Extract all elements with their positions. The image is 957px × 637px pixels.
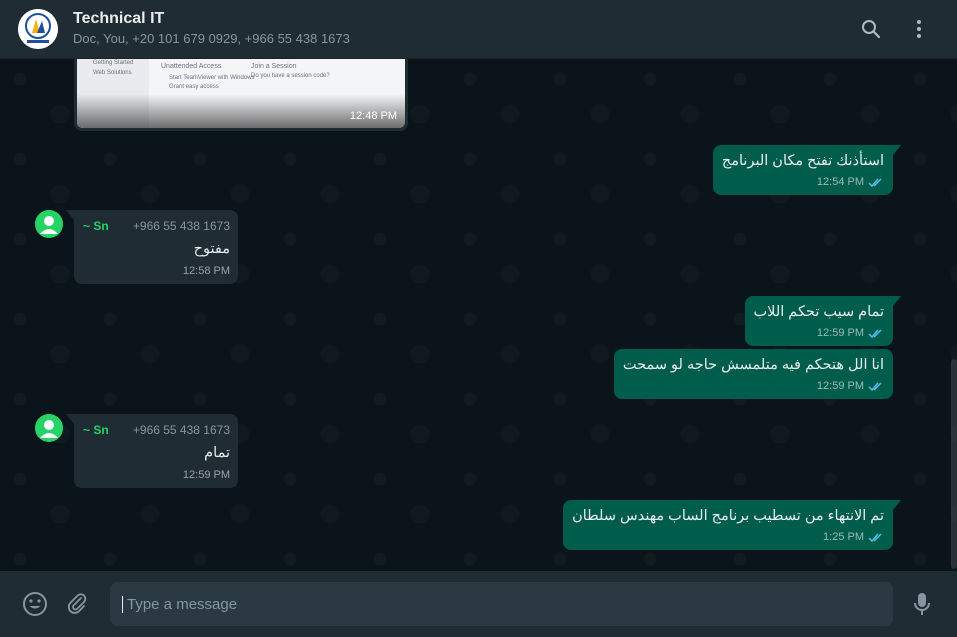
incoming-message[interactable]: ~ Sn +966 55 438 1673 مفتوح 12:58 PM — [66, 210, 238, 284]
message-time: 12:54 PM — [816, 176, 864, 188]
incoming-message[interactable]: ~ Sn +966 55 438 1673 تمام 12:59 PM — [66, 414, 238, 488]
contact-avatar[interactable] — [35, 210, 63, 238]
outgoing-message[interactable]: تمام سيب تحكم اللاب 12:59 PM — [744, 296, 902, 346]
chat-title[interactable]: Technical IT — [73, 9, 859, 29]
screenshot-image[interactable]: Getting Started Web Solutions Unattended… — [77, 59, 405, 128]
default-user-icon — [35, 210, 63, 238]
group-avatar[interactable] — [18, 9, 58, 49]
message-input[interactable] — [122, 595, 881, 613]
sender-name[interactable]: ~ Sn — [83, 420, 109, 440]
message-time: 12:58 PM — [182, 265, 230, 277]
message-time: 12:59 PM — [182, 469, 230, 481]
message-text: تمام — [204, 445, 230, 461]
image-message[interactable]: Getting Started Web Solutions Unattended… — [74, 59, 408, 131]
emoji-icon[interactable] — [20, 589, 50, 619]
outgoing-message[interactable]: انا الل هتحكم فيه متلمسش حاجه لو سمحت 12… — [613, 349, 893, 399]
message-time: 12:59 PM — [816, 380, 864, 392]
screenshot-line-3: Do you have a session code? — [251, 73, 330, 79]
sender-phone[interactable]: +966 55 438 1673 — [133, 216, 230, 236]
message-text: انا الل هتحكم فيه متلمسش حاجه لو سمحت — [622, 357, 884, 373]
screenshot-heading-right: Join a Session — [251, 63, 297, 70]
message-text: استأذنك تفتح مكان البرنامج — [721, 153, 884, 169]
read-ticks-icon — [868, 381, 882, 391]
screenshot-heading-left: Unattended Access — [161, 63, 222, 70]
screenshot-side-text-1: Getting Started — [93, 60, 134, 66]
default-user-icon — [35, 414, 63, 442]
message-time: 12:59 PM — [816, 327, 864, 339]
sender-name[interactable]: ~ Sn — [83, 216, 109, 236]
message-time: 1:25 PM — [823, 531, 864, 543]
mic-icon[interactable] — [907, 589, 937, 619]
screenshot-line-2: Grant easy access — [169, 84, 219, 90]
screenshot-line-1: Start TeamViewer with Windows — [169, 75, 255, 81]
group-logo-icon — [18, 9, 58, 49]
read-ticks-icon — [868, 532, 882, 542]
contact-avatar[interactable] — [35, 414, 63, 442]
chat-header[interactable]: Technical IT Doc, You, +20 101 679 0929,… — [0, 0, 957, 59]
message-input-box[interactable] — [110, 582, 893, 626]
outgoing-message[interactable]: استأذنك تفتح مكان البرنامج 12:54 PM — [712, 145, 902, 195]
sender-phone[interactable]: +966 55 438 1673 — [133, 420, 230, 440]
menu-dots-icon[interactable] — [907, 17, 931, 41]
message-time: 12:48 PM — [349, 110, 397, 122]
chat-scrollbar[interactable] — [951, 359, 957, 569]
message-text: تم الانتهاء من تسطيب برنامج الساب مهندس … — [572, 508, 884, 524]
composer-bar[interactable] — [0, 571, 957, 637]
message-text: مفتوح — [193, 241, 230, 257]
search-icon[interactable] — [859, 17, 883, 41]
outgoing-message[interactable]: تم الانتهاء من تسطيب برنامج الساب مهندس … — [563, 500, 901, 550]
participants-list[interactable]: Doc, You, +20 101 679 0929, +966 55 438 … — [73, 29, 859, 49]
message-list[interactable]: Getting Started Web Solutions Unattended… — [0, 59, 957, 571]
attach-icon[interactable] — [62, 589, 92, 619]
read-ticks-icon — [868, 177, 882, 187]
read-ticks-icon — [868, 328, 882, 338]
message-text: تمام سيب تحكم اللاب — [753, 304, 884, 320]
screenshot-side-text-2: Web Solutions — [93, 70, 132, 76]
